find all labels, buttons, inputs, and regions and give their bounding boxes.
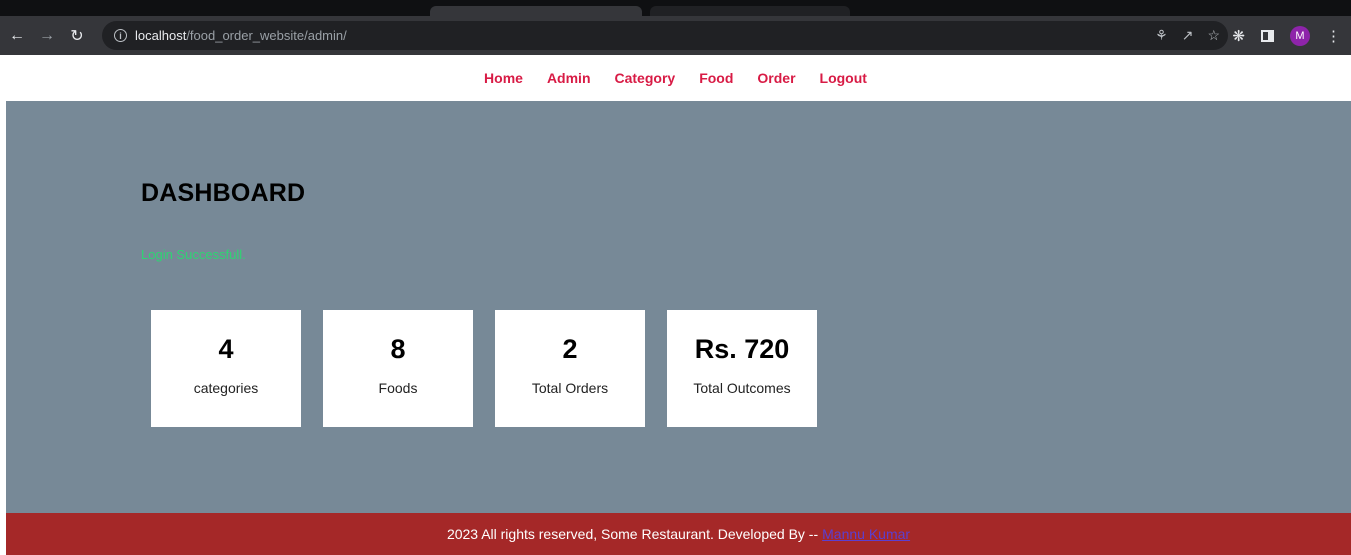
stat-label: Total Orders — [531, 380, 609, 396]
nav-home-link[interactable]: Home — [484, 70, 523, 86]
stat-card-outcomes: Rs. 720 Total Outcomes — [667, 310, 817, 427]
stat-card-foods: 8 Foods — [323, 310, 473, 427]
browser-tab-active[interactable] — [430, 6, 642, 16]
extensions-puzzle-icon[interactable]: ❋ — [1232, 27, 1245, 45]
stat-label: Total Outcomes — [693, 380, 791, 396]
stat-card-categories: 4 categories — [151, 310, 301, 427]
stat-label: Foods — [378, 380, 418, 396]
menu-kebab-icon[interactable]: ⋮ — [1326, 27, 1341, 45]
stat-value: Rs. 720 — [694, 334, 790, 364]
back-arrow-icon[interactable]: ← — [4, 23, 30, 49]
profile-avatar[interactable]: M — [1290, 25, 1310, 46]
url-host: localhost — [135, 28, 187, 43]
share-icon[interactable]: ↗ — [1182, 27, 1194, 44]
stat-label: categories — [193, 380, 259, 396]
reload-icon[interactable]: ↻ — [64, 23, 90, 49]
browser-toolbar: ← → ↻ i localhost/food_order_website/adm… — [0, 16, 1351, 55]
footer: 2023 All rights reserved, Some Restauran… — [6, 513, 1351, 555]
login-success-message: Login Successfull. — [141, 247, 246, 262]
developer-link[interactable]: Mannu Kumar — [822, 526, 910, 542]
side-panel-icon[interactable] — [1261, 29, 1274, 42]
nav-logout-link[interactable]: Logout — [820, 70, 867, 86]
browser-tab-strip — [0, 0, 1351, 16]
stats-cards: 4 categories 8 Foods 2 Total Orders Rs. … — [151, 310, 817, 427]
nav-category-link[interactable]: Category — [615, 70, 676, 86]
page-title: DASHBOARD — [141, 179, 306, 207]
bookmark-star-icon[interactable]: ☆ — [1207, 27, 1220, 44]
key-icon[interactable]: ⚘ — [1155, 27, 1168, 44]
site-info-icon[interactable]: i — [114, 29, 127, 42]
stat-value: 2 — [562, 334, 578, 364]
address-bar[interactable]: i localhost/food_order_website/admin/ ⚘ … — [102, 21, 1228, 50]
stat-value: 8 — [390, 334, 406, 364]
footer-text: 2023 All rights reserved, Some Restauran… — [446, 526, 819, 542]
stat-value: 4 — [218, 334, 234, 364]
main-menu: Home Admin Category Food Order Logout — [0, 55, 1351, 101]
stat-card-orders: 2 Total Orders — [495, 310, 645, 427]
nav-order-link[interactable]: Order — [757, 70, 795, 86]
forward-arrow-icon[interactable]: → — [34, 23, 60, 49]
dashboard-section: DASHBOARD Login Successfull. 4 categorie… — [6, 101, 1351, 513]
browser-tab[interactable] — [650, 6, 850, 16]
url-path: /food_order_website/admin/ — [186, 28, 347, 43]
nav-admin-link[interactable]: Admin — [547, 70, 591, 86]
nav-food-link[interactable]: Food — [699, 70, 733, 86]
